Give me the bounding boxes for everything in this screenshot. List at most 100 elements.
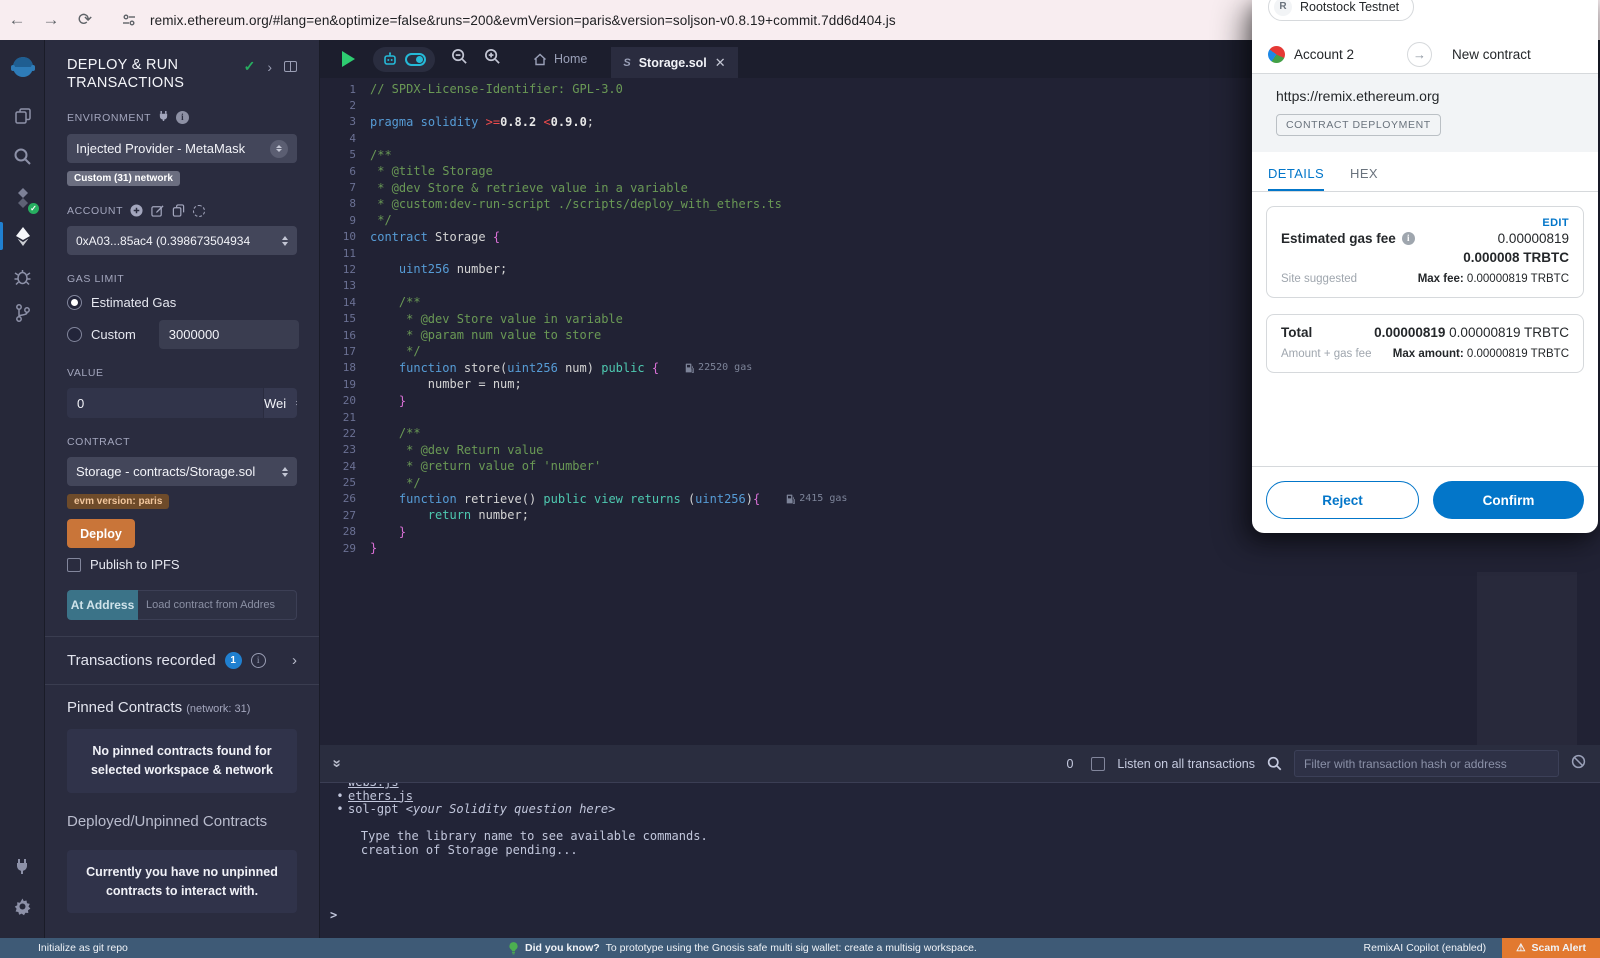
terminal-output[interactable]: •web3.js•ethers.js•sol-gpt <your Solidit…	[320, 783, 1600, 938]
transactions-recorded-row[interactable]: Transactions recorded 1 i ›	[45, 637, 319, 684]
to-account: New contract	[1452, 47, 1531, 62]
copy-address-icon[interactable]	[172, 204, 185, 217]
reject-button[interactable]: Reject	[1266, 481, 1419, 519]
search-icon[interactable]	[0, 138, 45, 174]
unpinned-contracts-title: Deployed/Unpinned Contracts	[45, 793, 319, 830]
gas-info-icon[interactable]: i	[1402, 232, 1415, 245]
remix-logo-icon[interactable]	[0, 50, 45, 86]
solidity-compiler-icon[interactable]: ✓	[0, 180, 45, 216]
line-number: 17	[320, 345, 370, 358]
metamask-tabs: DETAILS HEX	[1252, 152, 1598, 192]
estimated-gas-label: Estimated Gas	[91, 295, 176, 310]
site-settings-icon[interactable]	[116, 7, 142, 33]
value-unit-select[interactable]: Wei	[263, 388, 297, 418]
url-bar[interactable]: remix.ethereum.org/#lang=en&optimize=fal…	[150, 13, 896, 28]
editor-scrollbar[interactable]	[1477, 572, 1577, 745]
debugger-icon[interactable]	[0, 258, 45, 294]
transaction-count: 0	[1066, 757, 1073, 771]
line-number: 16	[320, 329, 370, 342]
listen-all-checkbox[interactable]	[1091, 757, 1105, 771]
reload-icon[interactable]: ⟳	[68, 10, 102, 30]
sign-message-icon[interactable]	[151, 204, 164, 217]
file-explorer-icon[interactable]	[0, 98, 45, 134]
forward-icon[interactable]: →	[34, 10, 68, 30]
gas-fee-value: 0.00000819	[1463, 231, 1569, 246]
close-tab-icon[interactable]: ✕	[715, 55, 726, 71]
solidity-file-icon: S	[623, 57, 630, 69]
value-unit-caret-icon	[296, 398, 297, 408]
gas-estimate-annotation: 22520 gas	[685, 362, 752, 373]
terminal-collapse-icon[interactable]: «	[328, 759, 345, 767]
evm-version-badge: evm version: paris	[67, 494, 169, 509]
code-line[interactable]: 29}	[320, 540, 1600, 556]
transactions-chevron-icon[interactable]: ›	[292, 652, 297, 669]
tab-hex[interactable]: HEX	[1350, 166, 1378, 191]
environment-info-icon[interactable]: i	[176, 111, 189, 124]
tab-home[interactable]: Home	[523, 52, 597, 66]
plug-icon[interactable]	[158, 110, 169, 125]
line-number: 22	[320, 427, 370, 440]
value-input[interactable]	[67, 388, 263, 418]
panel-title: DEPLOY & RUN TRANSACTIONS	[67, 56, 237, 92]
deploy-run-icon[interactable]	[0, 218, 45, 254]
contract-select[interactable]: Storage - contracts/Storage.sol	[67, 457, 297, 486]
ai-copilot-toggle[interactable]	[373, 47, 435, 72]
metamask-footer: Reject Confirm	[1252, 466, 1598, 533]
line-number: 27	[320, 509, 370, 522]
at-address-input[interactable]	[138, 590, 297, 620]
tab-storage-sol[interactable]: S Storage.sol ✕	[611, 47, 737, 78]
custom-gas-radio[interactable]	[67, 327, 82, 342]
pinned-contracts-title: Pinned Contracts (network: 31)	[45, 685, 319, 716]
confirm-button[interactable]: Confirm	[1433, 481, 1584, 519]
settings-gear-icon[interactable]	[0, 888, 45, 924]
clear-console-icon[interactable]	[1571, 754, 1586, 773]
custom-gas-label: Custom	[91, 327, 136, 342]
back-icon[interactable]: ←	[0, 10, 34, 30]
library-link[interactable]: ethers.js	[348, 789, 413, 803]
edit-gas-link[interactable]: EDIT	[1281, 217, 1569, 229]
panel-expand-icon[interactable]: ›	[267, 59, 272, 75]
account-label: ACCOUNT	[67, 204, 297, 217]
plugin-manager-icon[interactable]	[0, 848, 45, 884]
terminal-prompt[interactable]: >	[330, 908, 337, 922]
tab-details[interactable]: DETAILS	[1268, 166, 1324, 191]
git-icon[interactable]	[0, 295, 45, 331]
zoom-in-icon[interactable]	[484, 48, 501, 70]
transactions-info-icon[interactable]: i	[251, 653, 266, 668]
publish-ipfs-checkbox[interactable]	[67, 558, 81, 572]
git-init-button[interactable]: Initialize as git repo	[38, 942, 128, 954]
terminal-line	[332, 817, 1600, 831]
line-number: 2	[320, 99, 370, 112]
estimated-gas-radio[interactable]	[67, 295, 82, 310]
zoom-out-icon[interactable]	[451, 48, 468, 70]
tx-type-badge: CONTRACT DEPLOYMENT	[1276, 114, 1441, 136]
did-you-know-tip: Did you know? To prototype using the Gno…	[508, 942, 977, 955]
at-address-button[interactable]: At Address	[67, 590, 138, 620]
gas-estimate-annotation: 2415 gas	[786, 493, 847, 504]
line-number: 11	[320, 247, 370, 260]
gas-fee-label: Estimated gas fee i	[1281, 231, 1415, 246]
metamask-popup: R Rootstock Testnet Account 2 → New cont…	[1252, 0, 1598, 533]
pin-panel-icon[interactable]	[284, 61, 297, 72]
terminal-line: •sol-gpt <your Solidity question here>	[332, 803, 1600, 817]
unpinned-empty-message: Currently you have no unpinned contracts…	[67, 850, 297, 914]
environment-label: ENVIRONMENT i	[67, 110, 297, 125]
line-number: 5	[320, 148, 370, 161]
copilot-status[interactable]: RemixAI Copilot (enabled)	[1364, 942, 1487, 954]
transaction-filter-input[interactable]	[1294, 750, 1559, 777]
gas-limit-label: GAS LIMIT	[67, 273, 297, 285]
account-select[interactable]: 0xA03...85ac4 (0.398673504934	[67, 226, 297, 255]
environment-select[interactable]: Injected Provider - MetaMask	[67, 134, 297, 163]
terminal-search-icon[interactable]	[1267, 756, 1282, 771]
active-plugin-indicator	[0, 222, 3, 250]
run-script-icon[interactable]	[342, 51, 355, 67]
publish-ipfs-label: Publish to IPFS	[90, 557, 180, 572]
deploy-button[interactable]: Deploy	[67, 519, 135, 548]
custom-gas-input[interactable]	[159, 320, 299, 349]
line-number: 19	[320, 378, 370, 391]
add-account-icon[interactable]	[130, 204, 143, 217]
scam-alert-button[interactable]: ⚠ Scam Alert	[1502, 938, 1600, 958]
network-pill[interactable]: R Rootstock Testnet	[1268, 0, 1414, 21]
line-number: 23	[320, 443, 370, 456]
line-number: 7	[320, 181, 370, 194]
